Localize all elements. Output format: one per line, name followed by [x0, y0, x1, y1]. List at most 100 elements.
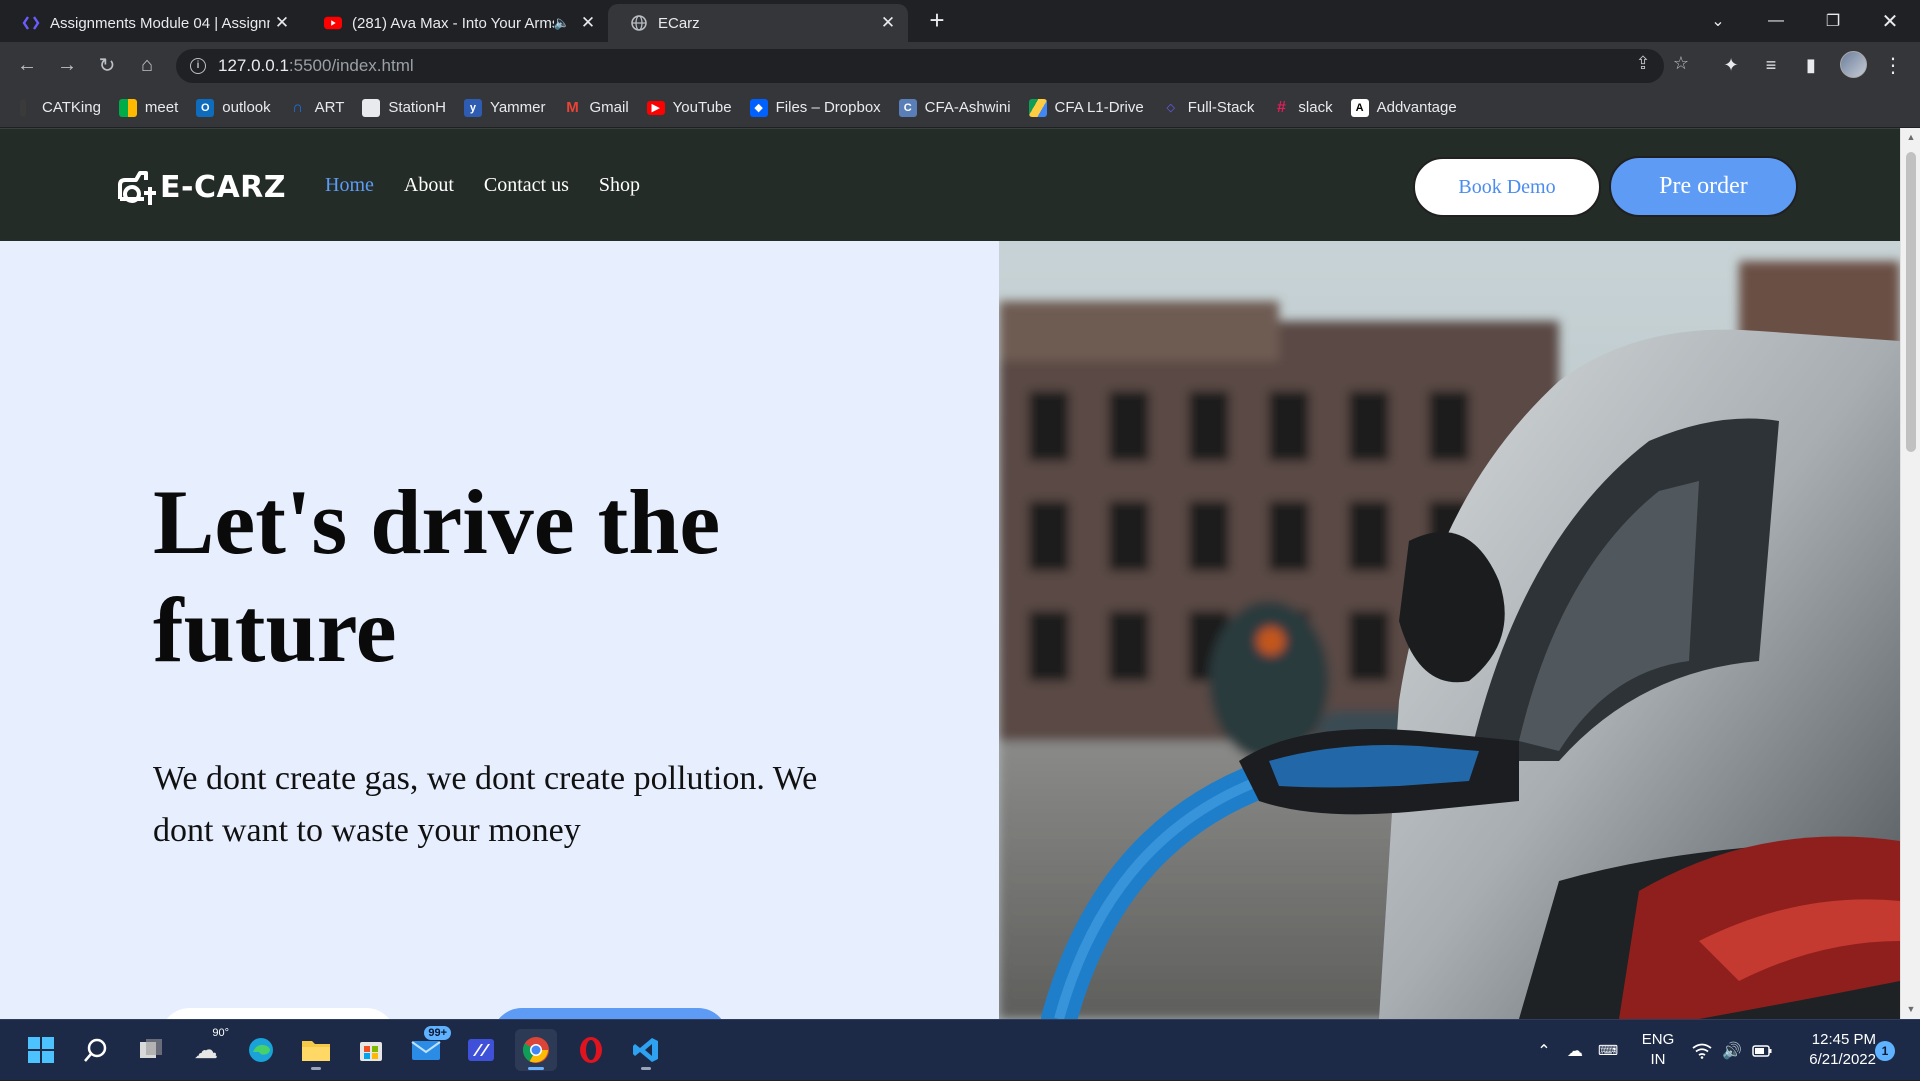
- url-path: :5500/index.html: [288, 56, 414, 75]
- tab-strip: Assignments Module 04 | Assignm ✕ (281) …: [0, 0, 1920, 42]
- reload-button[interactable]: ↻: [92, 50, 122, 80]
- pre-order-button[interactable]: Pre order: [1609, 156, 1798, 217]
- bookmarks-bar: CATKing meet Ooutlook ∩ ART StationH y Yam…: [0, 88, 1920, 128]
- dropbox-icon: ◆: [749, 98, 768, 117]
- system-clock[interactable]: 12:45 PM 6/21/2022: [1790, 1030, 1876, 1070]
- url-host: 127.0.0.1: [218, 56, 289, 75]
- site-info-icon[interactable]: i: [190, 58, 206, 74]
- bookmark-gmail[interactable]: M Gmail: [564, 99, 628, 117]
- power-automate-icon[interactable]: [460, 1029, 502, 1071]
- document-icon: [362, 98, 381, 117]
- globe-icon: [630, 14, 648, 32]
- bookmark-cfa-ashwini[interactable]: C CFA-Ashwini: [898, 98, 1011, 117]
- task-view-icon[interactable]: [130, 1029, 172, 1071]
- site-navbar: E-CARZ Home About Contact us Shop Book D…: [0, 128, 1900, 241]
- start-button[interactable]: [20, 1029, 62, 1071]
- google-drive-icon: [1028, 98, 1047, 117]
- ev-charging-photo: [999, 241, 1900, 1019]
- speaker-icon[interactable]: 🔈: [554, 15, 570, 31]
- file-explorer-icon[interactable]: [295, 1029, 337, 1071]
- nav-about[interactable]: About: [404, 174, 454, 197]
- site-logo[interactable]: E-CARZ: [114, 165, 286, 209]
- search-icon[interactable]: [75, 1029, 117, 1071]
- bookmark-star-icon[interactable]: ☆: [1668, 50, 1694, 76]
- running-indicator: [641, 1067, 651, 1070]
- close-window-button[interactable]: ✕: [1862, 0, 1918, 42]
- address-bar[interactable]: i 127.0.0.1:5500/index.html: [176, 49, 1664, 83]
- menu-icon[interactable]: ⋮: [1878, 50, 1908, 80]
- nav-shop[interactable]: Shop: [599, 174, 640, 197]
- restore-button[interactable]: ❐: [1805, 0, 1861, 42]
- bookmark-stationh[interactable]: StationH: [362, 98, 446, 117]
- back-button[interactable]: ←: [12, 50, 42, 80]
- nav-contact[interactable]: Contact us: [484, 174, 569, 197]
- bookmark-outlook[interactable]: Ooutlook: [196, 98, 271, 117]
- bookmark-art[interactable]: ∩ ART: [289, 99, 344, 117]
- hero-secondary-button[interactable]: [160, 1008, 396, 1019]
- bookmark-cfa-drive[interactable]: CFA L1-Drive: [1028, 98, 1144, 117]
- home-button[interactable]: ⌂: [132, 50, 162, 80]
- side-panel-icon[interactable]: ▮: [1796, 50, 1826, 80]
- weather-widget[interactable]: ☁ 90°: [185, 1027, 229, 1071]
- addvantage-icon: A: [1350, 98, 1369, 117]
- bookmark-slack[interactable]: # slack: [1272, 98, 1333, 117]
- microsoft-store-icon[interactable]: [350, 1029, 392, 1071]
- notification-badge[interactable]: 1: [1875, 1041, 1895, 1061]
- nav-home[interactable]: Home: [325, 174, 374, 197]
- bookmark-yammer[interactable]: y Yammer: [463, 98, 546, 117]
- opera-icon[interactable]: [570, 1029, 612, 1071]
- onedrive-icon[interactable]: ☁: [1562, 1020, 1588, 1081]
- media-queue-icon[interactable]: ≡: [1756, 50, 1786, 80]
- volume-icon[interactable]: 🔊: [1720, 1020, 1744, 1081]
- hero-primary-button[interactable]: [492, 1008, 728, 1019]
- tab-close-icon[interactable]: ✕: [270, 13, 294, 33]
- hero-title: Let's drive the future: [153, 471, 721, 681]
- bookmark-full-stack[interactable]: ◇ Full-Stack: [1162, 99, 1255, 117]
- yammer-icon: y: [463, 98, 482, 117]
- minimize-button[interactable]: —: [1748, 0, 1804, 42]
- bookmark-addvantage[interactable]: A Addvantage: [1350, 98, 1457, 117]
- wifi-icon[interactable]: [1690, 1020, 1714, 1081]
- bookmark-catking[interactable]: CATKing: [20, 98, 101, 117]
- mail-icon[interactable]: 99+: [405, 1026, 451, 1071]
- tab-close-icon[interactable]: ✕: [576, 13, 600, 33]
- scroll-down-arrow[interactable]: ▼: [1906, 1004, 1916, 1014]
- bracket-logo-icon: ◇: [1166, 102, 1175, 114]
- main-nav: Home About Contact us Shop: [325, 174, 670, 197]
- tab-youtube[interactable]: (281) Ava Max - Into Your Arms 🔈 ✕: [302, 4, 608, 42]
- battery-icon[interactable]: [1750, 1020, 1774, 1081]
- gmail-icon: M: [566, 99, 579, 116]
- hero-subtitle: We dont create gas, we dont create pollu…: [153, 760, 818, 849]
- language-indicator[interactable]: ENG IN: [1640, 1030, 1676, 1070]
- new-tab-button[interactable]: +: [922, 6, 952, 36]
- profile-avatar[interactable]: [1840, 51, 1867, 78]
- bookmark-dropbox[interactable]: ◆ Files – Dropbox: [749, 98, 881, 117]
- forward-button[interactable]: →: [52, 50, 82, 80]
- tab-assignments[interactable]: Assignments Module 04 | Assignm ✕: [0, 4, 302, 42]
- tab-close-icon[interactable]: ✕: [876, 13, 900, 33]
- ev-plug-logo-icon: [118, 171, 156, 205]
- tab-title: (281) Ava Max - Into Your Arms: [352, 14, 554, 32]
- scrollbar-thumb[interactable]: [1906, 152, 1916, 452]
- chrome-icon[interactable]: [515, 1029, 557, 1071]
- show-hidden-icons-chevron[interactable]: ⌃: [1532, 1020, 1556, 1081]
- cloud-icon: ☁: [194, 1036, 218, 1064]
- bookmark-youtube[interactable]: ▶ YouTube: [646, 99, 732, 116]
- tab-search-icon[interactable]: ⌄: [1690, 0, 1746, 42]
- slack-icon: #: [1276, 98, 1286, 116]
- tab-title: ECarz: [658, 14, 700, 32]
- edge-icon[interactable]: [240, 1029, 282, 1071]
- browser-toolbar: ← → ↻ ⌂ i 127.0.0.1:5500/index.html ⇪ ☆ …: [0, 42, 1920, 88]
- mail-badge: 99+: [424, 1026, 451, 1040]
- book-demo-button[interactable]: Book Demo: [1413, 157, 1601, 217]
- keyboard-icon[interactable]: ⌨: [1594, 1020, 1622, 1081]
- share-icon[interactable]: ⇪: [1630, 50, 1656, 76]
- extensions-icon[interactable]: ✦: [1716, 50, 1746, 80]
- cfa-icon: C: [898, 98, 917, 117]
- bookmark-meet[interactable]: meet: [118, 98, 178, 117]
- language-code: ENG: [1641, 1031, 1675, 1048]
- vscode-icon[interactable]: [625, 1029, 667, 1071]
- page-scrollbar[interactable]: ▲ ▼: [1900, 128, 1920, 1019]
- tab-ecarz[interactable]: ECarz ✕: [608, 4, 908, 42]
- scroll-up-arrow[interactable]: ▲: [1906, 132, 1916, 142]
